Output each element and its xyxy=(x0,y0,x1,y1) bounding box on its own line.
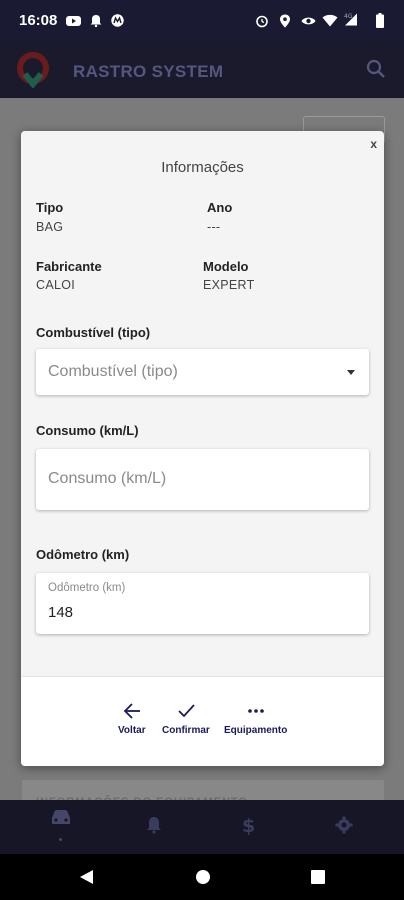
bell-icon xyxy=(90,14,102,32)
battery-icon xyxy=(376,13,384,33)
status-time: 16:08 xyxy=(19,12,58,29)
fabricante-label: Fabricante xyxy=(36,259,102,274)
gear-icon[interactable] xyxy=(335,816,353,839)
recents-nav-icon[interactable] xyxy=(310,869,326,890)
back-nav-icon[interactable] xyxy=(79,869,95,890)
youtube-icon xyxy=(66,14,81,32)
active-indicator xyxy=(59,838,62,841)
combustivel-section-label: Combustível (tipo) xyxy=(36,325,151,340)
dialog-actions: Voltar Confirmar Equipamento xyxy=(21,676,384,766)
tipo-value: BAG xyxy=(36,220,64,234)
consumo-section-label: Consumo (km/L) xyxy=(36,423,139,438)
fabricante-value: CALOI xyxy=(36,278,76,292)
ano-label: Ano xyxy=(207,200,233,215)
check-icon xyxy=(178,704,195,718)
arrow-left-icon xyxy=(123,703,140,719)
app-title: RASTRO SYSTEM xyxy=(73,62,224,81)
equipamento-button[interactable]: Equipamento xyxy=(224,701,287,736)
modelo-value: EXPERT xyxy=(203,278,255,292)
voltar-label: Voltar xyxy=(118,725,146,736)
info-dialog: x Informações Tipo BAG Ano --- Fabricant… xyxy=(21,131,384,766)
app-logo xyxy=(16,52,50,89)
combustivel-select[interactable]: Combustível (tipo) xyxy=(36,349,369,395)
consumo-placeholder: Consumo (km/L) xyxy=(48,470,167,487)
signal-icon: 4G xyxy=(344,12,358,31)
dollar-icon[interactable]: $ xyxy=(242,815,256,840)
odometro-section-label: Odômetro (km) xyxy=(36,547,130,562)
consumo-input[interactable]: Consumo (km/L) xyxy=(36,449,369,510)
confirmar-label: Confirmar xyxy=(162,725,210,736)
svg-text:4G: 4G xyxy=(344,13,353,20)
odometro-input[interactable]: Odômetro (km) 148 xyxy=(36,573,369,634)
alarm-icon xyxy=(255,14,269,33)
car-icon[interactable] xyxy=(49,808,73,833)
search-icon[interactable] xyxy=(366,59,386,84)
more-horizontal-icon xyxy=(247,709,264,713)
location-icon xyxy=(279,14,291,33)
odometro-float-label: Odômetro (km) xyxy=(48,582,126,594)
eye-icon xyxy=(301,14,316,32)
svg-text:$: $ xyxy=(242,815,255,835)
app-bar: RASTRO SYSTEM xyxy=(0,42,404,98)
bell-icon[interactable] xyxy=(146,816,162,839)
combustivel-placeholder: Combustível (tipo) xyxy=(48,363,178,380)
confirmar-button[interactable]: Confirmar xyxy=(162,701,210,736)
close-icon[interactable]: x xyxy=(370,137,377,151)
status-bar: 16:08 4G xyxy=(0,0,404,42)
motorola-icon xyxy=(111,14,124,32)
wifi-icon xyxy=(322,14,338,32)
odometro-value: 148 xyxy=(48,604,74,621)
dialog-title: Informações xyxy=(161,159,244,176)
ano-value: --- xyxy=(207,220,221,234)
voltar-button[interactable]: Voltar xyxy=(118,701,146,736)
tipo-label: Tipo xyxy=(36,200,64,215)
equipamento-label: Equipamento xyxy=(224,725,288,736)
system-nav-bar xyxy=(0,854,404,900)
chevron-down-icon xyxy=(347,370,355,375)
modelo-label: Modelo xyxy=(203,259,249,274)
home-nav-icon[interactable] xyxy=(195,869,211,890)
